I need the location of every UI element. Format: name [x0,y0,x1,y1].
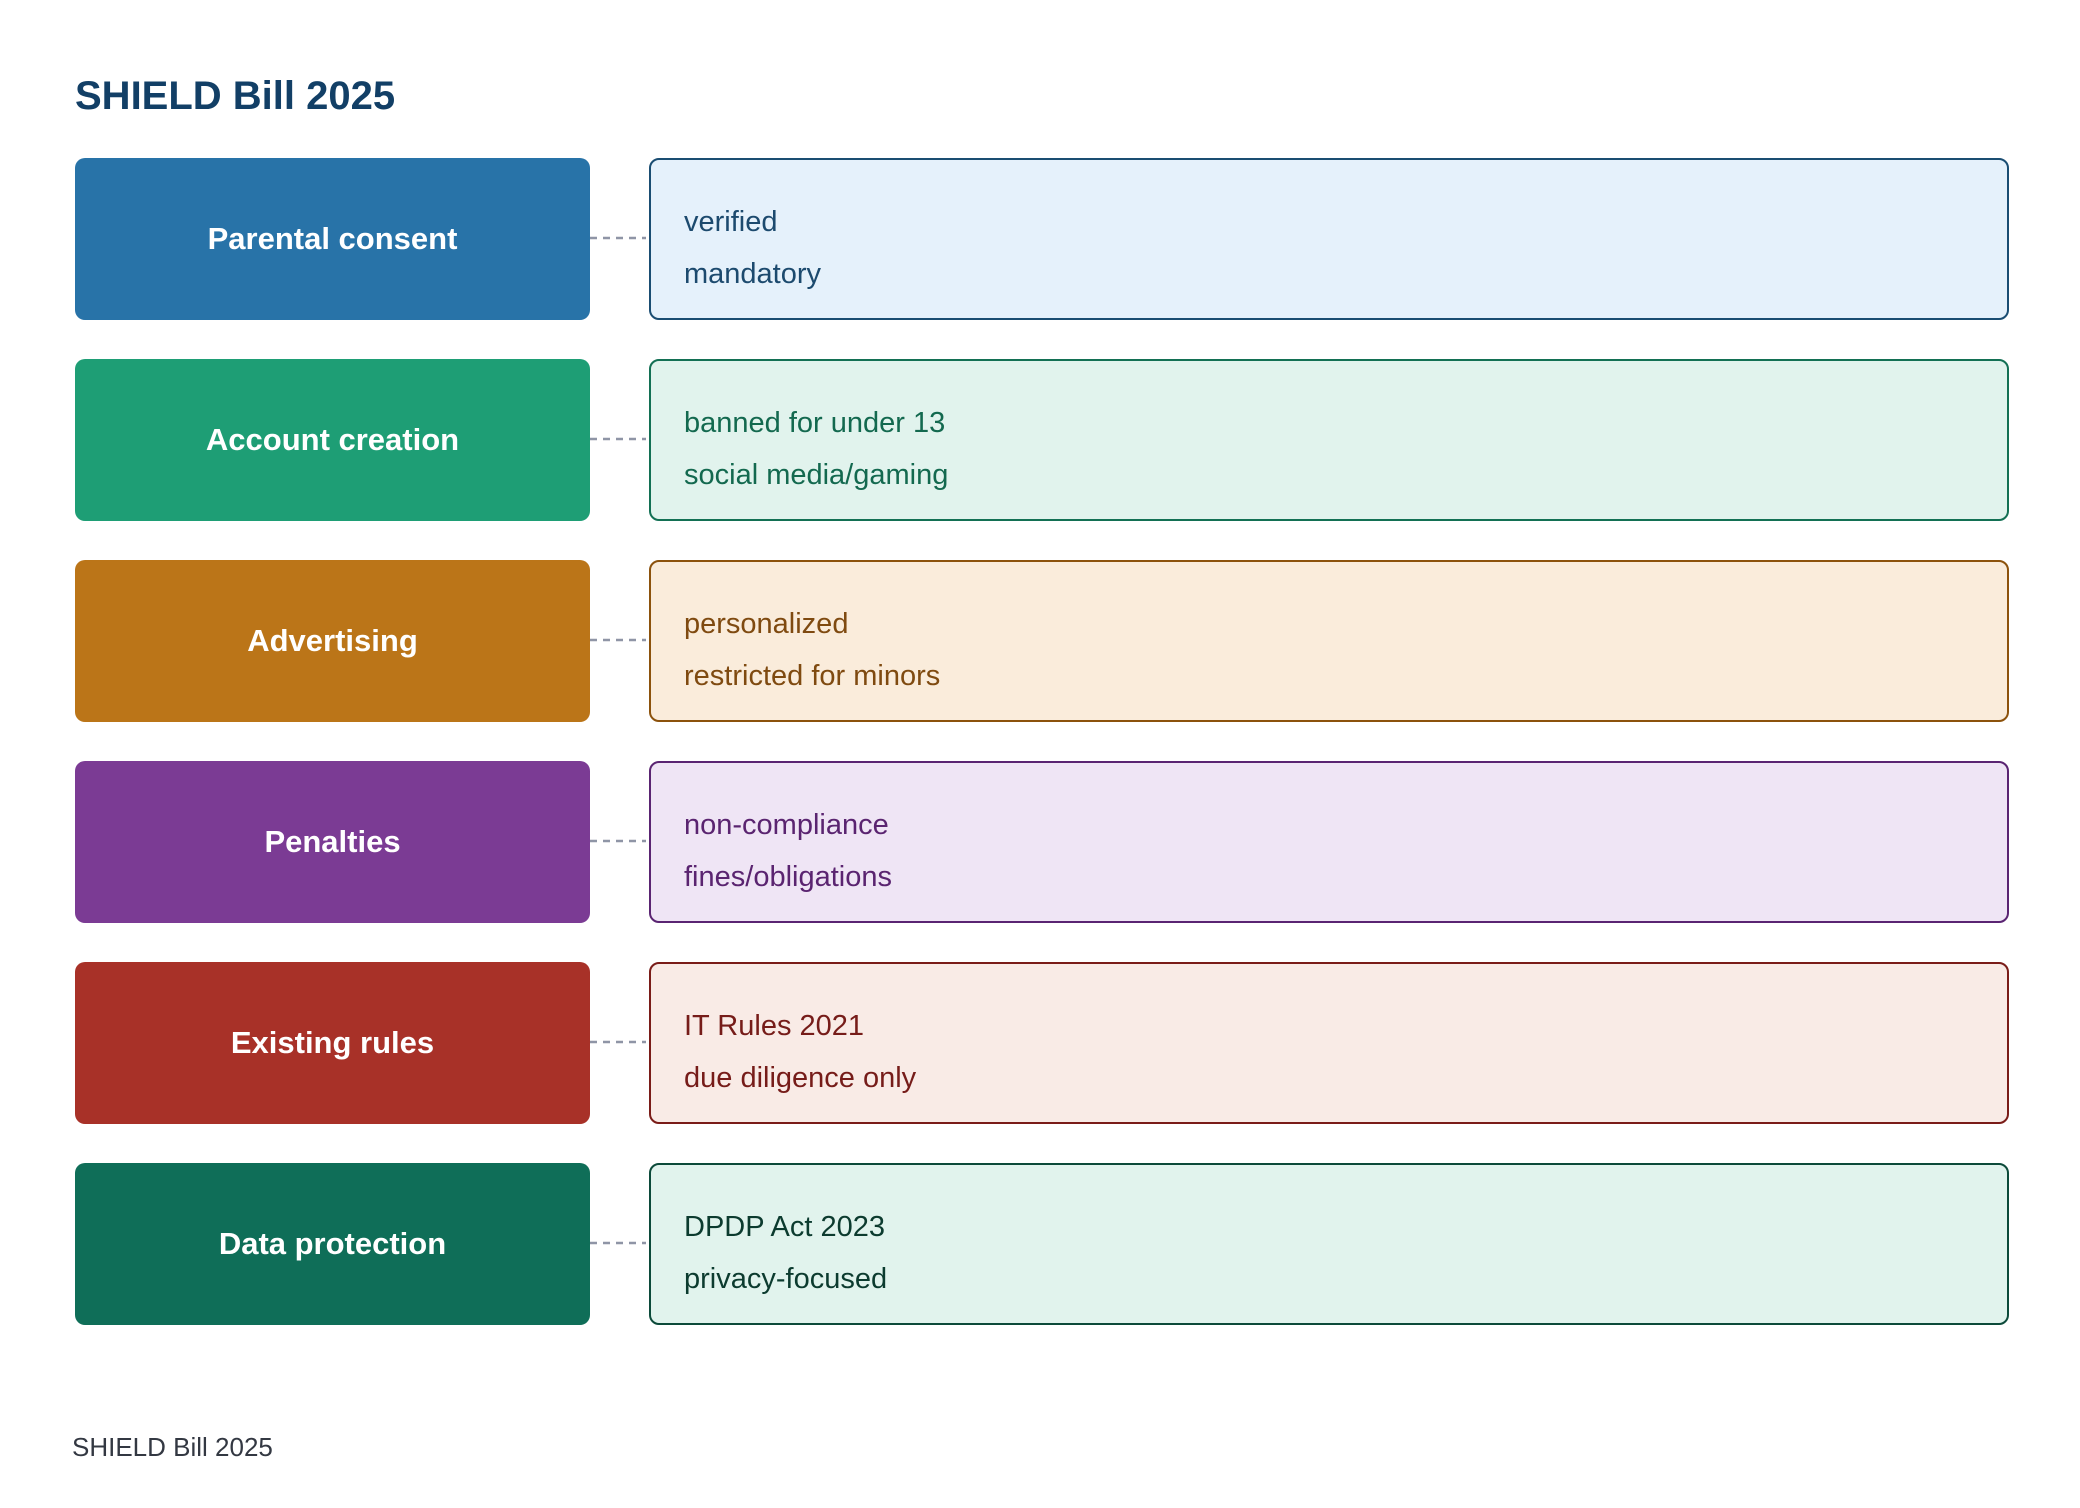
label-box-penalties: Penalties [75,761,590,923]
detail-box-account-creation: banned for under 13 social media/gaming [649,359,2009,521]
label-text: Parental consent [207,221,458,256]
detail-line: privacy-focused [684,1263,888,1295]
detail-box-existing-rules: IT Rules 2021 due diligence only [649,962,2009,1124]
detail-line: social media/gaming [684,459,949,491]
detail-box-data-protection: DPDP Act 2023 privacy-focused [649,1163,2009,1325]
label-text: Account creation [205,422,460,457]
footer-caption: SHIELD Bill 2025 [72,1432,273,1462]
detail-line: banned for under 13 [684,407,946,439]
label-text: Existing rules [230,1025,435,1060]
label-box-advertising: Advertising [75,560,590,722]
row-parental-consent: Parental consent verified mandatory [75,158,2009,320]
row-account-creation: Account creation banned for under 13 soc… [75,359,2009,521]
detail-line: mandatory [684,258,822,290]
detail-box-parental-consent: verified mandatory [649,158,2009,320]
label-box-account-creation: Account creation [75,359,590,521]
detail-line: due diligence only [684,1062,917,1094]
detail-box-advertising: personalized restricted for minors [649,560,2009,722]
page-title: SHIELD Bill 2025 [75,74,396,118]
detail-line: fines/obligations [684,861,892,893]
detail-line: personalized [684,608,849,640]
row-data-protection: Data protection DPDP Act 2023 privacy-fo… [75,1163,2009,1325]
label-text: Penalties [264,824,401,859]
detail-line: IT Rules 2021 [684,1010,865,1042]
detail-line: verified [684,206,778,238]
label-text: Data protection [218,1226,447,1261]
detail-line: non-compliance [684,809,889,841]
label-box-parental-consent: Parental consent [75,158,590,320]
detail-box-penalties: non-compliance fines/obligations [649,761,2009,923]
row-penalties: Penalties non-compliance fines/obligatio… [75,761,2009,923]
row-existing-rules: Existing rules IT Rules 2021 due diligen… [75,962,2009,1124]
detail-line: restricted for minors [684,660,941,692]
detail-line: DPDP Act 2023 [684,1211,885,1243]
label-text: Advertising [247,623,418,658]
diagram-rows: Parental consent verified mandatory Acco… [75,158,2009,1364]
label-box-data-protection: Data protection [75,1163,590,1325]
label-box-existing-rules: Existing rules [75,962,590,1124]
row-advertising: Advertising personalized restricted for … [75,560,2009,722]
